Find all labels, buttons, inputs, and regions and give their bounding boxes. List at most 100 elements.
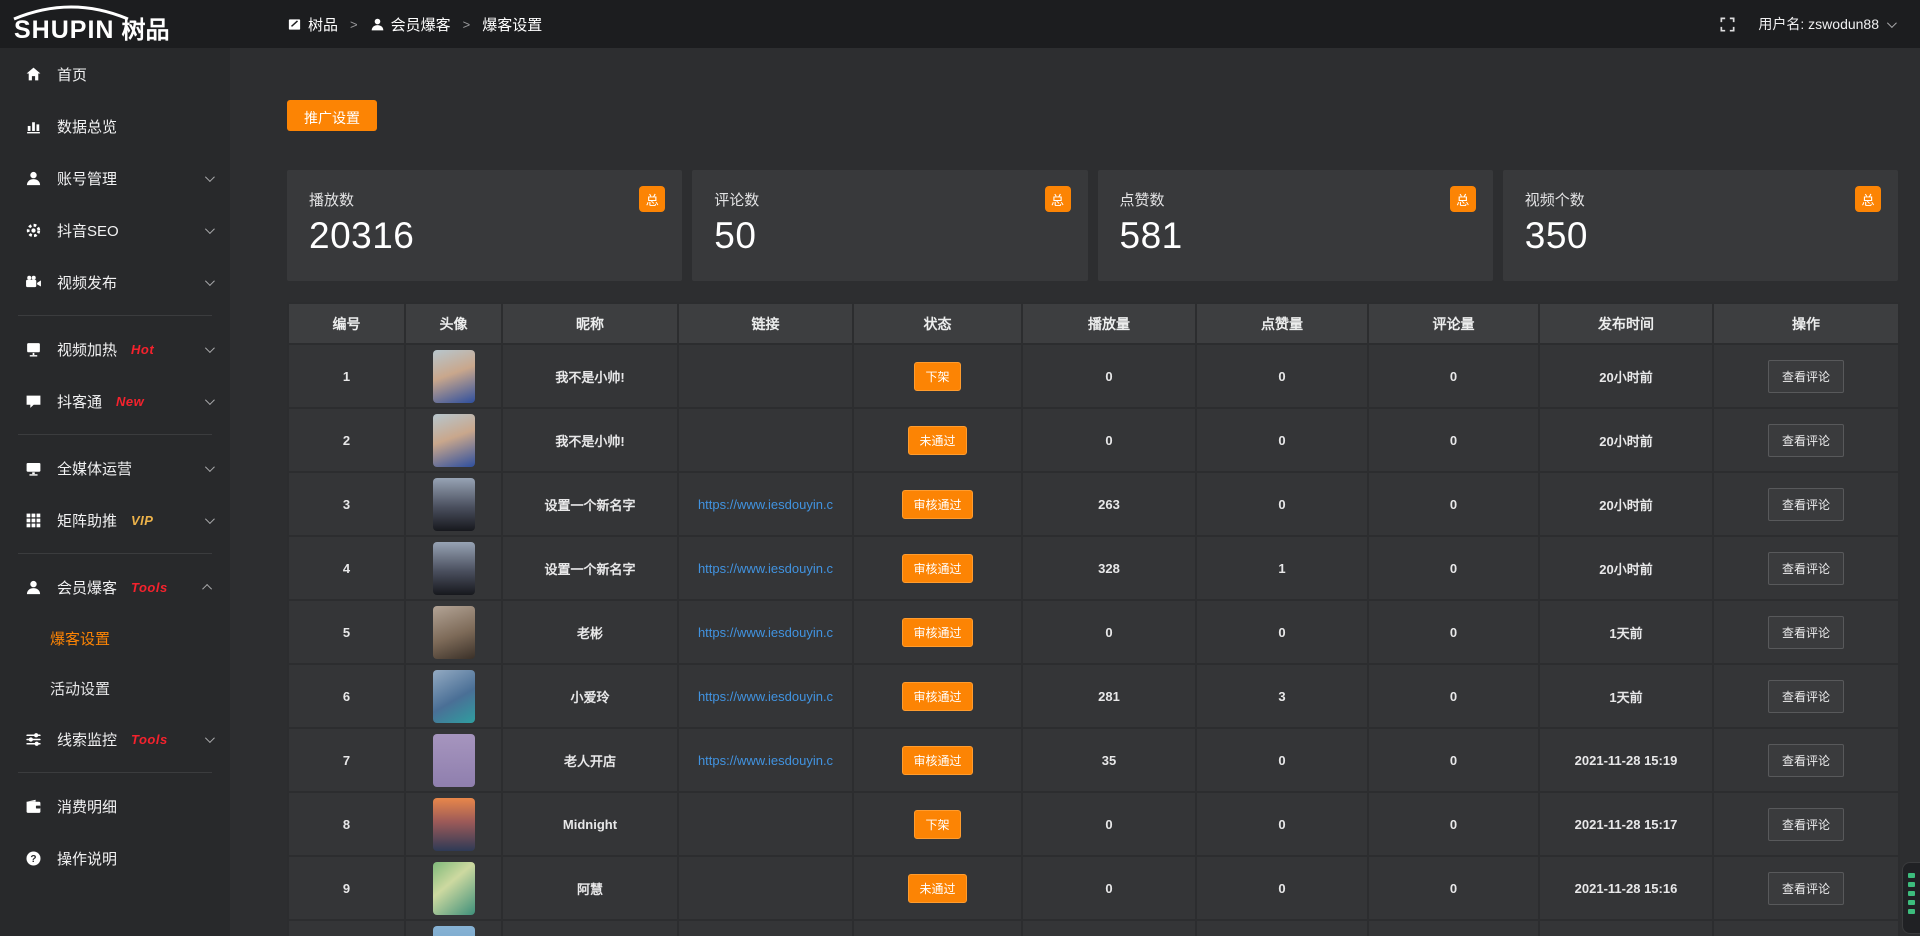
cell-id: 4 [288, 536, 405, 600]
avatar [433, 734, 475, 787]
cell-plays: 0 [1022, 792, 1196, 856]
help-icon: ? [25, 850, 42, 867]
cell-comments: 0 [1368, 600, 1539, 664]
user-icon [25, 170, 42, 187]
sidebar-subitem-active[interactable]: 爆客设置 [0, 613, 230, 663]
sidebar-divider [18, 553, 212, 554]
breadcrumb-item[interactable]: 会员爆客 [370, 14, 451, 35]
avatar [433, 798, 475, 851]
username-dropdown[interactable]: 用户名: zswodun88 [1758, 14, 1894, 34]
cell-status: 审核通过 [853, 600, 1022, 664]
video-link[interactable]: https://www.iesdouyin.c [698, 689, 833, 704]
view-comments-button[interactable]: 查看评论 [1768, 552, 1844, 585]
fullscreen-icon[interactable] [1719, 16, 1736, 33]
status-badge: 审核通过 [902, 682, 972, 711]
stat-card-value: 20316 [309, 215, 660, 257]
cell-likes: 0 [1196, 472, 1368, 536]
view-comments-button[interactable]: 查看评论 [1768, 808, 1844, 841]
view-comments-button[interactable]: 查看评论 [1768, 744, 1844, 777]
view-comments-button[interactable]: 查看评论 [1768, 616, 1844, 649]
cell-plays: 0 [1022, 408, 1196, 472]
cell-link [678, 408, 853, 472]
grid-icon [25, 512, 42, 529]
sidebar-item[interactable]: ?操作说明 [0, 832, 230, 884]
member-icon [25, 579, 42, 596]
table-row: 7老人开店https://www.iesdouyin.c审核通过35002021… [288, 728, 1899, 792]
view-comments-button[interactable]: 查看评论 [1768, 360, 1844, 393]
sidebar-item[interactable]: 视频发布 [0, 256, 230, 308]
cell-likes: 0 [1196, 792, 1368, 856]
view-comments-button[interactable]: 查看评论 [1768, 680, 1844, 713]
sidebar-item[interactable]: 全媒体运营 [0, 442, 230, 494]
stat-card-value: 581 [1120, 215, 1471, 257]
video-link[interactable]: https://www.iesdouyin.c [698, 625, 833, 640]
cell-nickname: 我不是小帅! [502, 408, 678, 472]
sidebar-item[interactable]: 首页 [0, 48, 230, 100]
video-link[interactable]: https://www.iesdouyin.c [698, 753, 833, 768]
status-badge: 审核通过 [902, 746, 972, 775]
breadcrumb: 树品>会员爆客>爆客设置 [287, 14, 542, 35]
cell-likes: 3 [1196, 664, 1368, 728]
cell-plays: 328 [1022, 536, 1196, 600]
sidebar-item[interactable]: 抖音SEO [0, 204, 230, 256]
sidebar-item-tag: Tools [131, 580, 168, 595]
cell-id: 8 [288, 792, 405, 856]
logo-text-cn: 树品 [121, 19, 169, 43]
cell-action: 查看评论 [1713, 600, 1899, 664]
sidebar-item-label: 数据总览 [57, 116, 117, 137]
column-header: 评论量 [1368, 303, 1539, 344]
stat-card-label: 评论数 [714, 189, 1065, 210]
user-icon [370, 17, 385, 32]
sidebar-item-tag: Tools [131, 732, 168, 747]
table-row: 2我不是小帅!未通过00020小时前查看评论 [288, 408, 1899, 472]
cell-avatar [405, 792, 502, 856]
breadcrumb-item[interactable]: 爆客设置 [482, 14, 542, 35]
video-link[interactable]: https://www.iesdouyin.c [698, 561, 833, 576]
cell-nickname: 设置一个新名字 [502, 472, 678, 536]
avatar [433, 670, 475, 723]
cell-nickname: 设置一个新名字 [502, 536, 678, 600]
cell-status: 审核通过 [853, 664, 1022, 728]
table-row: 4设置一个新名字https://www.iesdouyin.c审核通过32810… [288, 536, 1899, 600]
stat-card: 播放数20316总 [287, 170, 682, 281]
sidebar-divider [18, 315, 212, 316]
breadcrumb-separator: > [463, 17, 471, 32]
cell-id: 5 [288, 600, 405, 664]
widget-bar [1908, 909, 1915, 914]
view-comments-button[interactable]: 查看评论 [1768, 872, 1844, 905]
sidebar-item[interactable]: 抖客通New [0, 375, 230, 427]
cell-nickname: 老彬 [502, 600, 678, 664]
sidebar-item[interactable]: 线索监控Tools [0, 713, 230, 765]
topbar-right: 用户名: zswodun88 [1719, 14, 1920, 34]
table-row: 5老彬https://www.iesdouyin.c审核通过0001天前查看评论 [288, 600, 1899, 664]
table-row: 6小爱玲https://www.iesdouyin.c审核通过281301天前查… [288, 664, 1899, 728]
cell-id [288, 920, 405, 936]
sidebar-item[interactable]: 消费明细 [0, 780, 230, 832]
chevron-down-icon [205, 395, 215, 405]
sidebar-item-label: 视频加热 [57, 339, 117, 360]
stat-card-value: 350 [1525, 215, 1876, 257]
cell-likes: 0 [1196, 344, 1368, 408]
sidebar-item[interactable]: 矩阵助推VIP [0, 494, 230, 546]
video-link[interactable]: https://www.iesdouyin.c [698, 497, 833, 512]
breadcrumb-item[interactable]: 树品 [287, 14, 338, 35]
sidebar-item[interactable]: 会员爆客Tools [0, 561, 230, 613]
cell-status [853, 920, 1022, 936]
widget-bar [1908, 882, 1915, 887]
sidebar-item[interactable]: 数据总览 [0, 100, 230, 152]
cell-status: 审核通过 [853, 472, 1022, 536]
cell-id: 7 [288, 728, 405, 792]
data-table: 编号头像昵称链接状态播放量点赞量评论量发布时间操作1我不是小帅!下架00020小… [287, 302, 1900, 936]
breadcrumb-label: 会员爆客 [391, 14, 451, 35]
sidebar-item[interactable]: 视频加热Hot [0, 323, 230, 375]
view-comments-button[interactable]: 查看评论 [1768, 424, 1844, 457]
cell-action: 查看评论 [1713, 344, 1899, 408]
chevron-up-icon [202, 583, 212, 593]
cell-plays [1022, 920, 1196, 936]
sidebar-item[interactable]: 账号管理 [0, 152, 230, 204]
promo-settings-button[interactable]: 推广设置 [287, 100, 377, 131]
view-comments-button[interactable]: 查看评论 [1768, 488, 1844, 521]
table-row: 3设置一个新名字https://www.iesdouyin.c审核通过26300… [288, 472, 1899, 536]
sidebar-subitem[interactable]: 活动设置 [0, 663, 230, 713]
float-widget[interactable] [1902, 862, 1920, 934]
